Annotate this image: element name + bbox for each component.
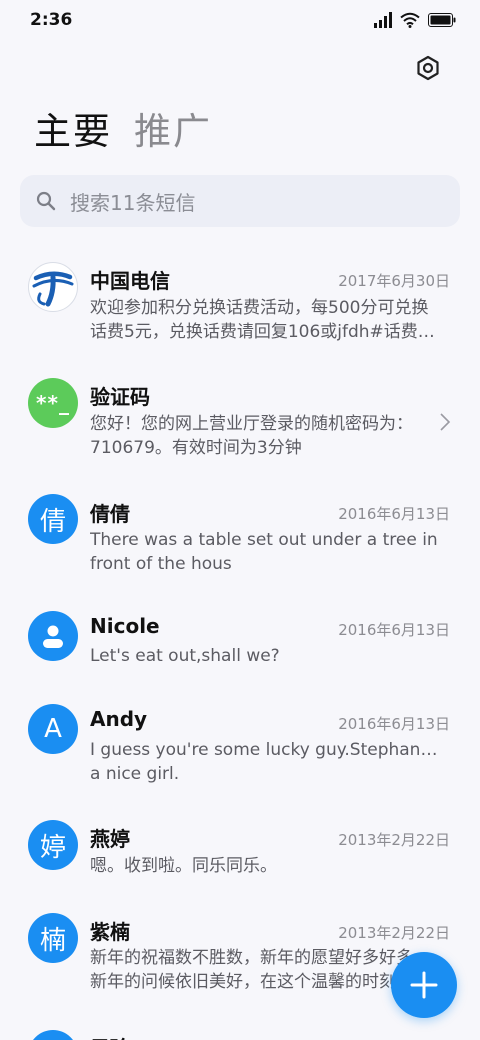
avatar (28, 1030, 78, 1040)
tab-bar: 主要 推广 (34, 108, 212, 156)
sender-name: 倩倩 (90, 502, 130, 526)
sender-name: 紫楠 (90, 920, 130, 944)
message-date: 2013年2月22日 (338, 924, 450, 942)
sender-name: Nicole (90, 614, 160, 638)
status-icons (374, 12, 456, 28)
sender-name: 子玲 (90, 1032, 130, 1040)
plus-icon (410, 971, 438, 999)
avatar (28, 262, 78, 312)
battery-icon (428, 13, 456, 27)
wifi-icon (400, 12, 420, 28)
chevron-right-icon (440, 413, 451, 431)
search-placeholder: 搜索11条短信 (70, 190, 196, 215)
message-date: 2016年6月13日 (338, 621, 450, 639)
china-telecom-logo-icon (32, 271, 74, 307)
search-bar[interactable]: 搜索11条短信 (20, 175, 460, 227)
conversation-item[interactable]: 婷 燕婷 2013年2月22日 嗯。收到啦。同乐同乐。 (0, 812, 480, 904)
tab-promotions[interactable]: 推广 (134, 108, 212, 156)
search-icon (36, 191, 56, 211)
message-preview: 嗯。收到啦。同乐同乐。 (90, 856, 277, 876)
sender-name: Andy (90, 707, 148, 731)
message-preview: 新年的祝福数不胜数，新年的愿望好多好多， 新年的问候依旧美好，在这个温馨的时刻 (90, 948, 430, 992)
new-message-button[interactable] (391, 952, 457, 1018)
settings-button[interactable] (412, 52, 444, 84)
message-preview: I guess you're some lucky guy.Stephanie … (90, 740, 442, 784)
conversation-item[interactable]: Nicole 2016年6月13日 Let's eat out,shall we… (0, 602, 480, 694)
message-date: 2017年6月30日 (338, 272, 450, 290)
avatar (28, 611, 78, 661)
sender-name: 中国电信 (90, 269, 170, 293)
status-time: 2:36 (30, 10, 73, 30)
sender-name: 燕婷 (90, 827, 130, 851)
avatar: 倩 (28, 494, 78, 544)
message-preview: Let's eat out,shall we? (90, 646, 280, 666)
message-date: 2013年2月22日 (338, 831, 450, 849)
tab-primary[interactable]: 主要 (34, 108, 112, 156)
message-date: 2016年6月13日 (338, 715, 450, 733)
avatar: 婷 (28, 820, 78, 870)
conversation-item[interactable]: **_ 验证码 您好！您的网上营业厅登录的随机密码为： 710679。有效时间为… (0, 368, 480, 483)
avatar: 楠 (28, 913, 78, 963)
conversation-item[interactable]: 倩 倩倩 2016年6月13日 There was a table set ou… (0, 486, 480, 601)
message-date: 2016年6月13日 (338, 505, 450, 523)
avatar: **_ (28, 378, 78, 428)
settings-icon (417, 55, 439, 81)
signal-icon (374, 12, 392, 28)
message-preview: There was a table set out under a tree i… (90, 530, 438, 574)
conversation-item[interactable]: 中国电信 2017年6月30日 欢迎参加积分兑换话费活动，每500分可兑换 话费… (0, 250, 480, 365)
conversation-item[interactable]: A Andy 2016年6月13日 I guess you're some lu… (0, 696, 480, 811)
person-icon (43, 625, 63, 648)
avatar: A (28, 704, 78, 754)
status-bar: 2:36 (0, 0, 480, 40)
sender-name: 验证码 (90, 385, 150, 409)
message-preview: 欢迎参加积分兑换话费活动，每500分可兑换 话费5元，兑换话费请回复106或jf… (90, 298, 435, 342)
messages-screen: 2:36 主要 推广 搜索11条短信 中国电信 2017年6月30日 欢迎参加积… (0, 0, 480, 1040)
conversation-item[interactable]: 子玲 (0, 1022, 480, 1040)
message-preview: 您好！您的网上营业厅登录的随机密码为： 710679。有效时间为3分钟 (90, 414, 413, 458)
